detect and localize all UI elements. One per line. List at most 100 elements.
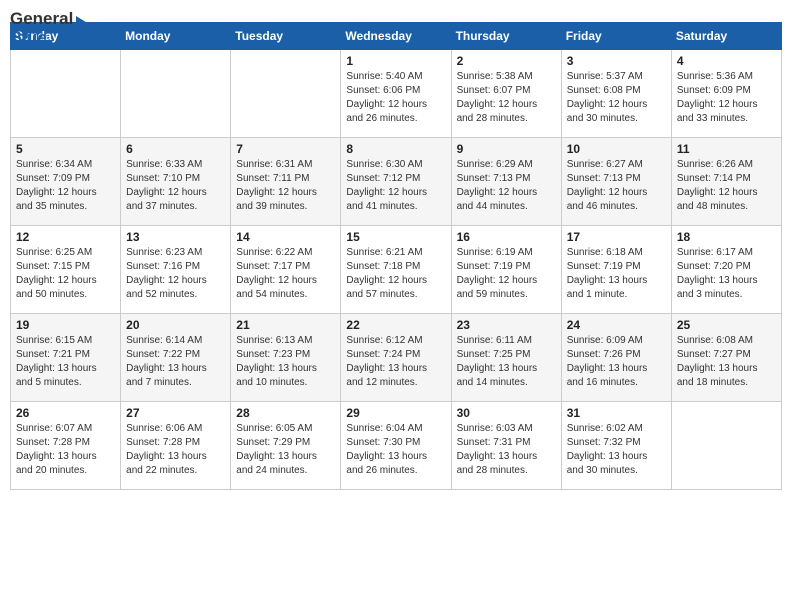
day-number: 19 xyxy=(16,318,115,332)
calendar-cell: 9 Sunrise: 6:29 AM Sunset: 7:13 PM Daylig… xyxy=(451,138,561,226)
calendar-cell: 18 Sunrise: 6:17 AM Sunset: 7:20 PM Dayli… xyxy=(671,226,781,314)
calendar-cell: 28 Sunrise: 6:05 AM Sunset: 7:29 PM Dayli… xyxy=(231,402,341,490)
day-number: 25 xyxy=(677,318,776,332)
day-number: 14 xyxy=(236,230,335,244)
day-number: 1 xyxy=(346,54,445,68)
calendar-cell: 29Sunrise: 6:04 AM Sunset: 7:30 PM Dayli… xyxy=(341,402,451,490)
calendar-cell xyxy=(11,50,121,138)
day-info: Sunrise: 6:03 AM Sunset: 7:31 PM Dayligh… xyxy=(457,422,556,478)
day-info: Sunrise: 6:14 AM Sunset: 7:22 PM Dayligh… xyxy=(126,334,225,390)
calendar-cell: 22 Sunrise: 6:12 AM Sunset: 7:24 PM Dayli… xyxy=(341,314,451,402)
calendar-week-3: 12 Sunrise: 6:25 AM Sunset: 7:15 PM Dayli… xyxy=(11,226,782,314)
day-number: 23 xyxy=(457,318,556,332)
day-info: Sunrise: 5:40 AM Sunset: 6:06 PM Dayligh… xyxy=(346,70,445,126)
calendar-cell: 19 Sunrise: 6:15 AM Sunset: 7:21 PM Dayli… xyxy=(11,314,121,402)
day-number: 22 xyxy=(346,318,445,332)
day-number: 20 xyxy=(126,318,225,332)
calendar-week-1: 1 Sunrise: 5:40 AM Sunset: 6:06 PM Daylig… xyxy=(11,50,782,138)
calendar-cell: 31 Sunrise: 6:02 AM Sunset: 7:32 PM Dayli… xyxy=(561,402,671,490)
calendar-cell: 23 Sunrise: 6:11 AM Sunset: 7:25 PM Dayli… xyxy=(451,314,561,402)
calendar-cell: 4Sunrise: 5:36 AM Sunset: 6:09 PM Daylig… xyxy=(671,50,781,138)
logo-line1: General xyxy=(10,10,73,29)
day-info: Sunrise: 6:02 AM Sunset: 7:32 PM Dayligh… xyxy=(567,422,666,478)
day-number: 7 xyxy=(236,142,335,156)
day-info: Sunrise: 5:38 AM Sunset: 6:07 PM Dayligh… xyxy=(457,70,556,126)
calendar-cell: 2Sunrise: 5:38 AM Sunset: 6:07 PM Daylig… xyxy=(451,50,561,138)
calendar-cell: 8Sunrise: 6:30 AM Sunset: 7:12 PM Daylig… xyxy=(341,138,451,226)
day-number: 27 xyxy=(126,406,225,420)
weekday-header-row: SundayMondayTuesdayWednesdayThursdayFrid… xyxy=(11,23,782,50)
calendar-cell: 5 Sunrise: 6:34 AM Sunset: 7:09 PM Daylig… xyxy=(11,138,121,226)
calendar-cell xyxy=(121,50,231,138)
calendar-cell: 7 Sunrise: 6:31 AM Sunset: 7:11 PM Daylig… xyxy=(231,138,341,226)
day-number: 28 xyxy=(236,406,335,420)
day-number: 3 xyxy=(567,54,666,68)
logo-arrow-icon xyxy=(76,16,94,43)
logo-line2: Blue xyxy=(10,29,73,48)
calendar-cell: 13 Sunrise: 6:23 AM Sunset: 7:16 PM Dayli… xyxy=(121,226,231,314)
day-info: Sunrise: 6:06 AM Sunset: 7:28 PM Dayligh… xyxy=(126,422,225,478)
calendar-cell: 3 Sunrise: 5:37 AM Sunset: 6:08 PM Daylig… xyxy=(561,50,671,138)
calendar-cell: 27 Sunrise: 6:06 AM Sunset: 7:28 PM Dayli… xyxy=(121,402,231,490)
weekday-header-thursday: Thursday xyxy=(451,23,561,50)
day-info: Sunrise: 6:12 AM Sunset: 7:24 PM Dayligh… xyxy=(346,334,445,390)
day-number: 18 xyxy=(677,230,776,244)
day-info: Sunrise: 6:34 AM Sunset: 7:09 PM Dayligh… xyxy=(16,158,115,214)
day-number: 8 xyxy=(346,142,445,156)
calendar-cell: 17 Sunrise: 6:18 AM Sunset: 7:19 PM Dayli… xyxy=(561,226,671,314)
day-info: Sunrise: 6:21 AM Sunset: 7:18 PM Dayligh… xyxy=(346,246,445,302)
day-number: 11 xyxy=(677,142,776,156)
day-number: 10 xyxy=(567,142,666,156)
calendar-cell: 20 Sunrise: 6:14 AM Sunset: 7:22 PM Dayli… xyxy=(121,314,231,402)
day-info: Sunrise: 6:18 AM Sunset: 7:19 PM Dayligh… xyxy=(567,246,666,302)
day-info: Sunrise: 6:13 AM Sunset: 7:23 PM Dayligh… xyxy=(236,334,335,390)
day-number: 9 xyxy=(457,142,556,156)
calendar-cell: 11 Sunrise: 6:26 AM Sunset: 7:14 PM Dayli… xyxy=(671,138,781,226)
day-info: Sunrise: 6:07 AM Sunset: 7:28 PM Dayligh… xyxy=(16,422,115,478)
day-number: 15 xyxy=(346,230,445,244)
day-number: 17 xyxy=(567,230,666,244)
day-info: Sunrise: 6:26 AM Sunset: 7:14 PM Dayligh… xyxy=(677,158,776,214)
day-info: Sunrise: 6:29 AM Sunset: 7:13 PM Dayligh… xyxy=(457,158,556,214)
calendar-cell: 6 Sunrise: 6:33 AM Sunset: 7:10 PM Daylig… xyxy=(121,138,231,226)
day-info: Sunrise: 5:37 AM Sunset: 6:08 PM Dayligh… xyxy=(567,70,666,126)
day-info: Sunrise: 6:15 AM Sunset: 7:21 PM Dayligh… xyxy=(16,334,115,390)
day-info: Sunrise: 6:31 AM Sunset: 7:11 PM Dayligh… xyxy=(236,158,335,214)
day-info: Sunrise: 6:25 AM Sunset: 7:15 PM Dayligh… xyxy=(16,246,115,302)
weekday-header-wednesday: Wednesday xyxy=(341,23,451,50)
calendar-week-4: 19 Sunrise: 6:15 AM Sunset: 7:21 PM Dayli… xyxy=(11,314,782,402)
day-info: Sunrise: 6:33 AM Sunset: 7:10 PM Dayligh… xyxy=(126,158,225,214)
day-number: 12 xyxy=(16,230,115,244)
day-number: 30 xyxy=(457,406,556,420)
day-number: 29 xyxy=(346,406,445,420)
day-number: 16 xyxy=(457,230,556,244)
day-info: Sunrise: 6:11 AM Sunset: 7:25 PM Dayligh… xyxy=(457,334,556,390)
weekday-header-friday: Friday xyxy=(561,23,671,50)
calendar-cell: 10Sunrise: 6:27 AM Sunset: 7:13 PM Dayli… xyxy=(561,138,671,226)
calendar-cell: 25 Sunrise: 6:08 AM Sunset: 7:27 PM Dayli… xyxy=(671,314,781,402)
page-header: General Blue xyxy=(10,10,782,12)
weekday-header-monday: Monday xyxy=(121,23,231,50)
day-number: 6 xyxy=(126,142,225,156)
calendar-cell: 14Sunrise: 6:22 AM Sunset: 7:17 PM Dayli… xyxy=(231,226,341,314)
day-number: 13 xyxy=(126,230,225,244)
calendar-week-2: 5 Sunrise: 6:34 AM Sunset: 7:09 PM Daylig… xyxy=(11,138,782,226)
day-info: Sunrise: 6:23 AM Sunset: 7:16 PM Dayligh… xyxy=(126,246,225,302)
calendar-cell xyxy=(671,402,781,490)
weekday-header-tuesday: Tuesday xyxy=(231,23,341,50)
calendar-cell: 12 Sunrise: 6:25 AM Sunset: 7:15 PM Dayli… xyxy=(11,226,121,314)
day-info: Sunrise: 6:19 AM Sunset: 7:19 PM Dayligh… xyxy=(457,246,556,302)
day-number: 26 xyxy=(16,406,115,420)
day-info: Sunrise: 6:09 AM Sunset: 7:26 PM Dayligh… xyxy=(567,334,666,390)
day-number: 5 xyxy=(16,142,115,156)
calendar-cell: 21 Sunrise: 6:13 AM Sunset: 7:23 PM Dayli… xyxy=(231,314,341,402)
day-number: 31 xyxy=(567,406,666,420)
calendar-week-5: 26 Sunrise: 6:07 AM Sunset: 7:28 PM Dayli… xyxy=(11,402,782,490)
day-info: Sunrise: 6:17 AM Sunset: 7:20 PM Dayligh… xyxy=(677,246,776,302)
logo: General Blue xyxy=(10,10,94,47)
day-info: Sunrise: 6:05 AM Sunset: 7:29 PM Dayligh… xyxy=(236,422,335,478)
calendar-cell: 16 Sunrise: 6:19 AM Sunset: 7:19 PM Dayli… xyxy=(451,226,561,314)
calendar-cell: 1 Sunrise: 5:40 AM Sunset: 6:06 PM Daylig… xyxy=(341,50,451,138)
day-number: 21 xyxy=(236,318,335,332)
day-info: Sunrise: 6:08 AM Sunset: 7:27 PM Dayligh… xyxy=(677,334,776,390)
